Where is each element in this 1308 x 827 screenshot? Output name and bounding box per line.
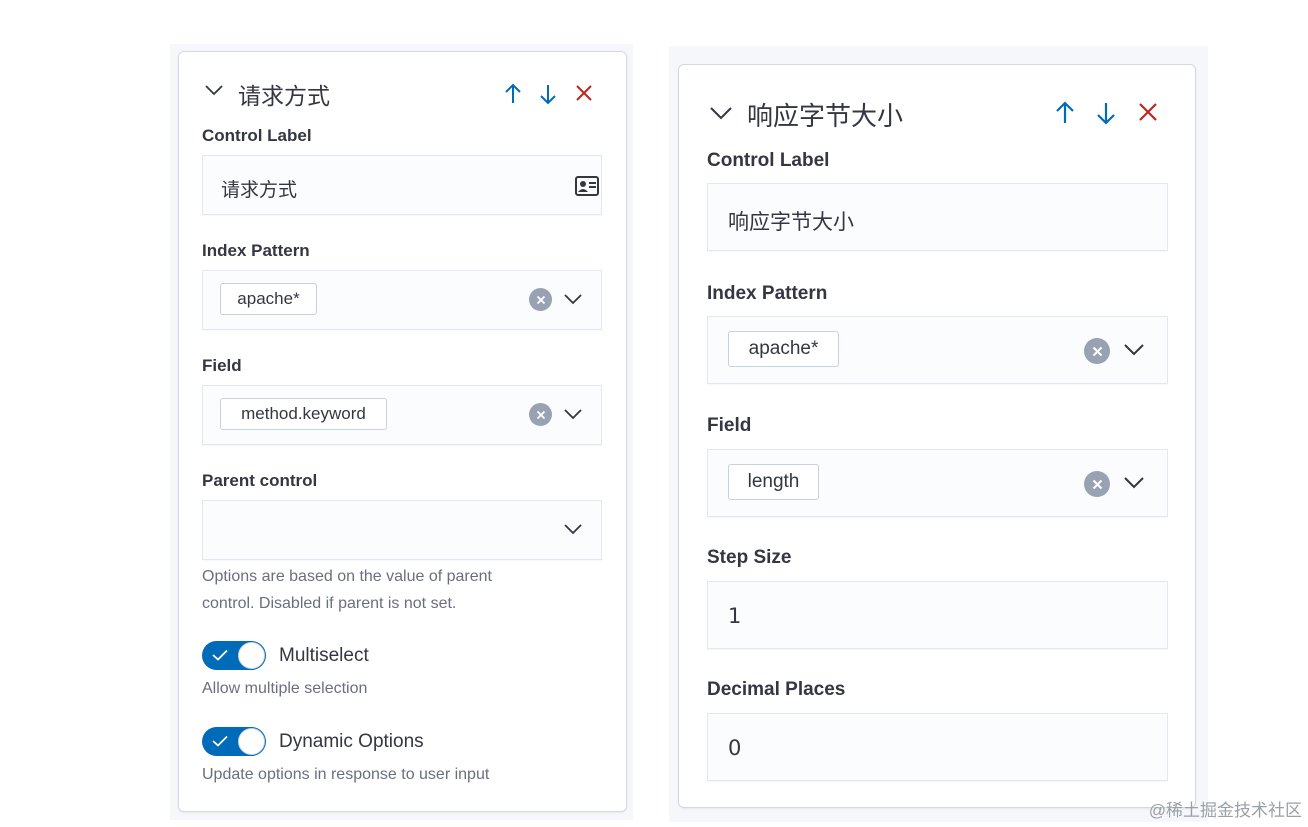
watermark: @稀土掘金技术社区 — [1148, 801, 1302, 820]
chevron-down-icon[interactable] — [563, 293, 583, 306]
index-pattern-heading: Index Pattern — [202, 241, 310, 260]
chevron-down-icon[interactable] — [1123, 476, 1145, 490]
field-heading: Field — [202, 356, 242, 375]
step-size-value: 1 — [728, 604, 742, 628]
right-control-panel: 响应字节大小 Control Label 响应字节大小 Index Patter… — [678, 64, 1196, 808]
move-up-icon[interactable] — [1054, 101, 1076, 125]
parent-control-help-line1: Options are based on the value of parent — [202, 568, 492, 585]
index-pattern-combobox[interactable]: apache* — [707, 316, 1168, 384]
field-pill[interactable]: length — [728, 464, 819, 500]
collapse-chevron-icon[interactable] — [204, 83, 224, 97]
toggle-knob — [238, 642, 265, 669]
parent-control-select[interactable] — [202, 500, 602, 560]
dynamic-options-label: Dynamic Options — [279, 731, 424, 752]
multiselect-toggle[interactable] — [202, 641, 266, 670]
step-size-input[interactable]: 1 — [707, 581, 1168, 649]
control-label-input[interactable]: 请求方式 — [202, 155, 602, 215]
control-label-value: 响应字节大小 — [728, 210, 854, 234]
move-up-icon[interactable] — [503, 83, 523, 105]
parent-control-heading: Parent control — [202, 471, 318, 490]
toggle-knob — [238, 728, 265, 755]
left-control-panel: 请求方式 Control Label 请求方式 Index Pattern ap… — [178, 51, 627, 812]
check-icon — [212, 649, 228, 661]
dynamic-options-help: Update options in response to user input — [202, 766, 490, 783]
control-label-value: 请求方式 — [221, 179, 298, 201]
remove-control-icon[interactable] — [575, 84, 593, 102]
multiselect-label: Multiselect — [279, 645, 369, 666]
index-pattern-pill[interactable]: apache* — [728, 331, 839, 367]
move-down-icon[interactable] — [538, 83, 558, 105]
multiselect-help: Allow multiple selection — [202, 680, 368, 697]
chevron-down-icon[interactable] — [563, 523, 583, 536]
panel-title: 请求方式 — [238, 84, 330, 110]
clear-selection-icon[interactable] — [1084, 471, 1110, 497]
panel-title: 响应字节大小 — [747, 102, 904, 132]
clear-selection-icon[interactable] — [1084, 338, 1110, 364]
field-combobox[interactable]: method.keyword — [202, 385, 602, 445]
decimal-places-heading: Decimal Places — [707, 679, 846, 700]
control-label-heading: Control Label — [707, 150, 830, 171]
decimal-places-value: 0 — [728, 736, 742, 760]
field-heading: Field — [707, 415, 752, 436]
remove-control-icon[interactable] — [1138, 102, 1158, 122]
contact-card-icon — [575, 176, 599, 196]
chevron-down-icon[interactable] — [1123, 343, 1145, 357]
control-label-heading: Control Label — [202, 126, 312, 145]
index-pattern-pill[interactable]: apache* — [220, 283, 317, 315]
field-combobox[interactable]: length — [707, 449, 1168, 517]
check-icon — [212, 735, 228, 747]
clear-selection-icon[interactable] — [529, 403, 552, 426]
clear-selection-icon[interactable] — [529, 288, 552, 311]
step-size-heading: Step Size — [707, 547, 792, 568]
control-label-input[interactable]: 响应字节大小 — [707, 183, 1168, 251]
index-pattern-heading: Index Pattern — [707, 283, 828, 304]
index-pattern-combobox[interactable]: apache* — [202, 270, 602, 330]
field-pill[interactable]: method.keyword — [220, 398, 387, 430]
parent-control-help-line2: control. Disabled if parent is not set. — [202, 595, 457, 612]
collapse-chevron-icon[interactable] — [709, 105, 733, 121]
dynamic-options-toggle[interactable] — [202, 727, 266, 756]
decimal-places-input[interactable]: 0 — [707, 713, 1168, 781]
chevron-down-icon[interactable] — [563, 408, 583, 421]
move-down-icon[interactable] — [1095, 101, 1117, 125]
